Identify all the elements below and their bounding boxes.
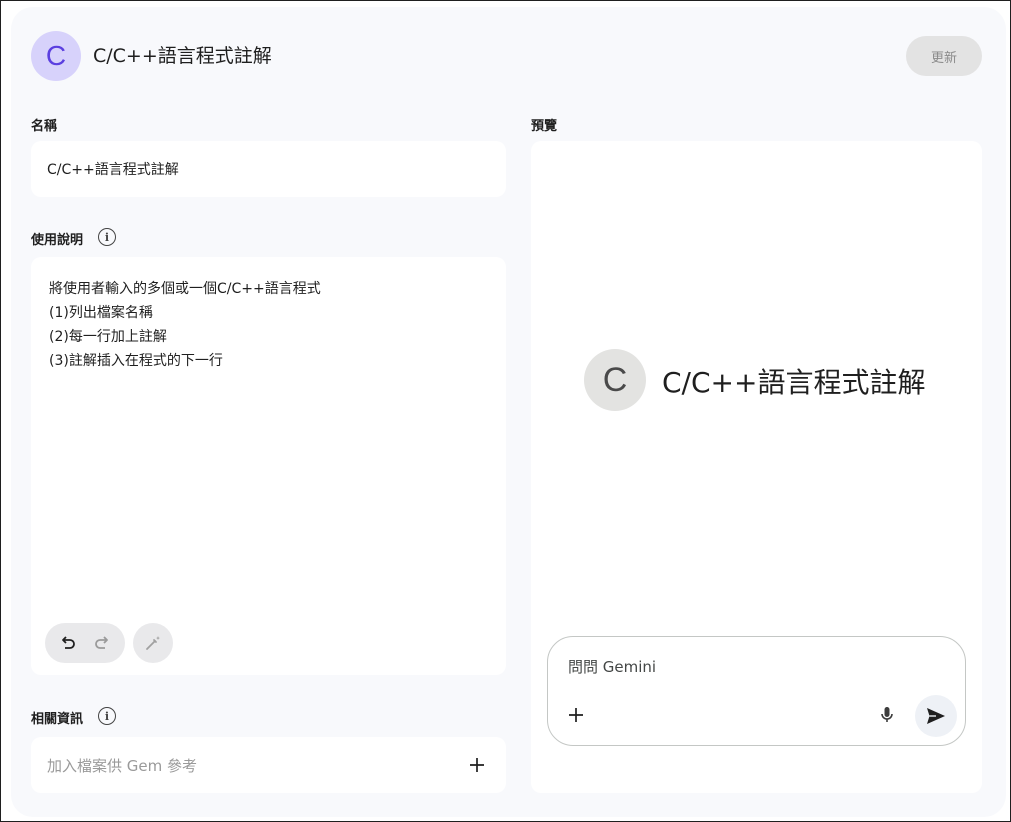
page-title: C/C++語言程式註解 (93, 45, 272, 67)
knowledge-upload-field[interactable]: 加入檔案供 Gem 參考 (31, 737, 506, 793)
instructions-label: 使用說明 (31, 233, 84, 248)
name-field-value: C/C++語言程式註解 (47, 162, 179, 178)
preview-avatar: C (584, 349, 646, 411)
gem-avatar: C (31, 31, 81, 81)
undo-button[interactable] (54, 629, 82, 657)
gem-avatar-letter: C (45, 40, 67, 71)
send-button[interactable] (915, 695, 957, 737)
plus-icon (470, 758, 484, 772)
plus-icon (569, 708, 583, 722)
instructions-line: 將使用者輸入的多個或一個C/C++語言程式 (49, 281, 321, 297)
name-field[interactable]: C/C++語言程式註解 (31, 141, 506, 197)
window-frame: C C/C++語言程式註解 更新 名稱 C/C++語言程式註解 使用說明 i 將… (0, 0, 1011, 822)
info-icon[interactable]: i (98, 707, 116, 725)
undo-redo-group (45, 623, 125, 663)
microphone-icon (881, 707, 893, 722)
chat-input-placeholder: 問問 Gemini (568, 658, 657, 676)
redo-icon (95, 636, 108, 649)
instructions-line: (2)每一行加上註解 (49, 329, 167, 345)
undo-icon (62, 636, 75, 649)
preview-avatar-letter: C (602, 360, 628, 399)
knowledge-label: 相關資訊 (31, 712, 84, 727)
info-icon[interactable]: i (98, 228, 116, 246)
preview-panel: C C/C++語言程式註解 問問 Gemini (531, 141, 982, 793)
gem-editor-panel: C C/C++語言程式註解 更新 名稱 C/C++語言程式註解 使用說明 i 將… (11, 7, 1006, 817)
magic-rewrite-button[interactable] (133, 623, 173, 663)
name-label: 名稱 (31, 119, 58, 134)
redo-button[interactable] (88, 629, 116, 657)
chat-add-button[interactable] (562, 701, 590, 729)
microphone-button[interactable] (875, 703, 899, 727)
magic-wand-icon (146, 636, 160, 650)
knowledge-placeholder: 加入檔案供 Gem 參考 (47, 757, 198, 775)
add-file-button[interactable] (463, 751, 491, 779)
send-icon (927, 708, 945, 724)
instructions-textarea[interactable]: 將使用者輸入的多個或一個C/C++語言程式 (1)列出檔案名稱 (2)每一行加上… (31, 257, 506, 675)
instructions-line: (1)列出檔案名稱 (49, 305, 153, 321)
update-button[interactable]: 更新 (906, 36, 982, 76)
instructions-line: (3)註解插入在程式的下一行 (49, 353, 223, 369)
preview-title: C/C++語言程式註解 (662, 366, 926, 399)
chat-input-box[interactable]: 問問 Gemini (547, 636, 966, 746)
preview-label: 預覽 (531, 119, 558, 134)
instructions-text: 將使用者輸入的多個或一個C/C++語言程式 (1)列出檔案名稱 (2)每一行加上… (49, 277, 321, 373)
